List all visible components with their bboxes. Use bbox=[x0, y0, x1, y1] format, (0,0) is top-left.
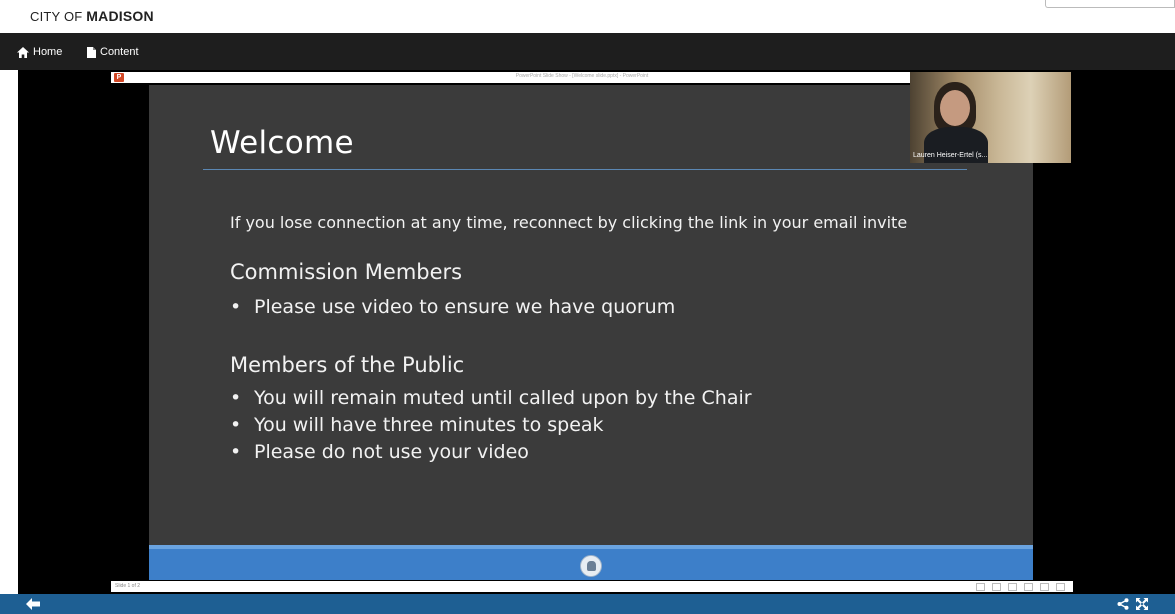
participant-webcam[interactable]: Lauren Heiser-Ertel (s... bbox=[910, 72, 1071, 163]
share-icon[interactable] bbox=[1117, 598, 1129, 610]
document-icon bbox=[87, 46, 96, 58]
notes-icon[interactable] bbox=[976, 583, 985, 591]
bullet-text: Please use video to ensure we have quoru… bbox=[254, 296, 676, 318]
city-logo[interactable]: CITY OF MADISON bbox=[30, 8, 154, 24]
bullet-glyph: • bbox=[230, 387, 242, 409]
main-nav: Home Content bbox=[0, 33, 1175, 70]
top-right-control[interactable] bbox=[1045, 0, 1175, 8]
slideshow-view-icon[interactable] bbox=[1056, 583, 1065, 591]
section-heading-commission: Commission Members bbox=[230, 260, 463, 284]
powerpoint-status-bar: Slide 1 of 2 bbox=[111, 581, 1073, 592]
bullet-item: • Please use video to ensure we have quor… bbox=[230, 294, 675, 321]
brand-header: CITY OF MADISON bbox=[0, 0, 1175, 33]
slide-title: Welcome bbox=[210, 125, 354, 161]
bullet-item: • You will have three minutes to speak bbox=[230, 412, 752, 439]
nav-home-label: Home bbox=[33, 46, 63, 58]
view-controls bbox=[976, 583, 1065, 591]
home-icon bbox=[17, 46, 29, 58]
bullet-glyph: • bbox=[230, 441, 242, 463]
slide-intro: If you lose connection at any time, reco… bbox=[230, 213, 908, 232]
public-bullets: • You will remain muted until called upon… bbox=[230, 385, 752, 466]
section-heading-public: Members of the Public bbox=[230, 353, 465, 377]
back-arrow-icon[interactable] bbox=[26, 598, 40, 610]
comments-icon[interactable] bbox=[992, 583, 1001, 591]
bullet-item: • Please do not use your video bbox=[230, 439, 752, 466]
fullscreen-icon[interactable] bbox=[1136, 598, 1148, 610]
reading-view-icon[interactable] bbox=[1040, 583, 1049, 591]
presentation-slide: Welcome If you lose connection at any ti… bbox=[149, 85, 1033, 580]
participant-face bbox=[940, 90, 970, 126]
bullet-text: You will remain muted until called upon … bbox=[254, 387, 752, 409]
nav-content-label: Content bbox=[100, 46, 139, 58]
city-seal-icon bbox=[580, 555, 602, 577]
normal-view-icon[interactable] bbox=[1008, 583, 1017, 591]
commission-bullets: • Please use video to ensure we have quor… bbox=[230, 294, 675, 321]
bullet-item: • You will remain muted until called upon… bbox=[230, 385, 752, 412]
sorter-view-icon[interactable] bbox=[1024, 583, 1033, 591]
bullet-glyph: • bbox=[230, 296, 242, 318]
title-divider bbox=[203, 169, 967, 170]
brand-name: MADISON bbox=[86, 8, 154, 24]
nav-home[interactable]: Home bbox=[17, 45, 62, 59]
bullet-glyph: • bbox=[230, 414, 242, 436]
nav-content[interactable]: Content bbox=[87, 45, 139, 59]
bullet-text: You will have three minutes to speak bbox=[254, 414, 604, 436]
brand-prefix: CITY OF bbox=[30, 9, 83, 24]
video-player[interactable]: P PowerPoint Slide Show - [Welcome slide… bbox=[18, 70, 1175, 594]
bullet-text: Please do not use your video bbox=[254, 441, 529, 463]
slide-counter: Slide 1 of 2 bbox=[115, 583, 141, 589]
participant-name: Lauren Heiser-Ertel (s... bbox=[913, 152, 988, 159]
slide-footer-band bbox=[149, 545, 1033, 580]
player-control-bar bbox=[0, 594, 1175, 614]
